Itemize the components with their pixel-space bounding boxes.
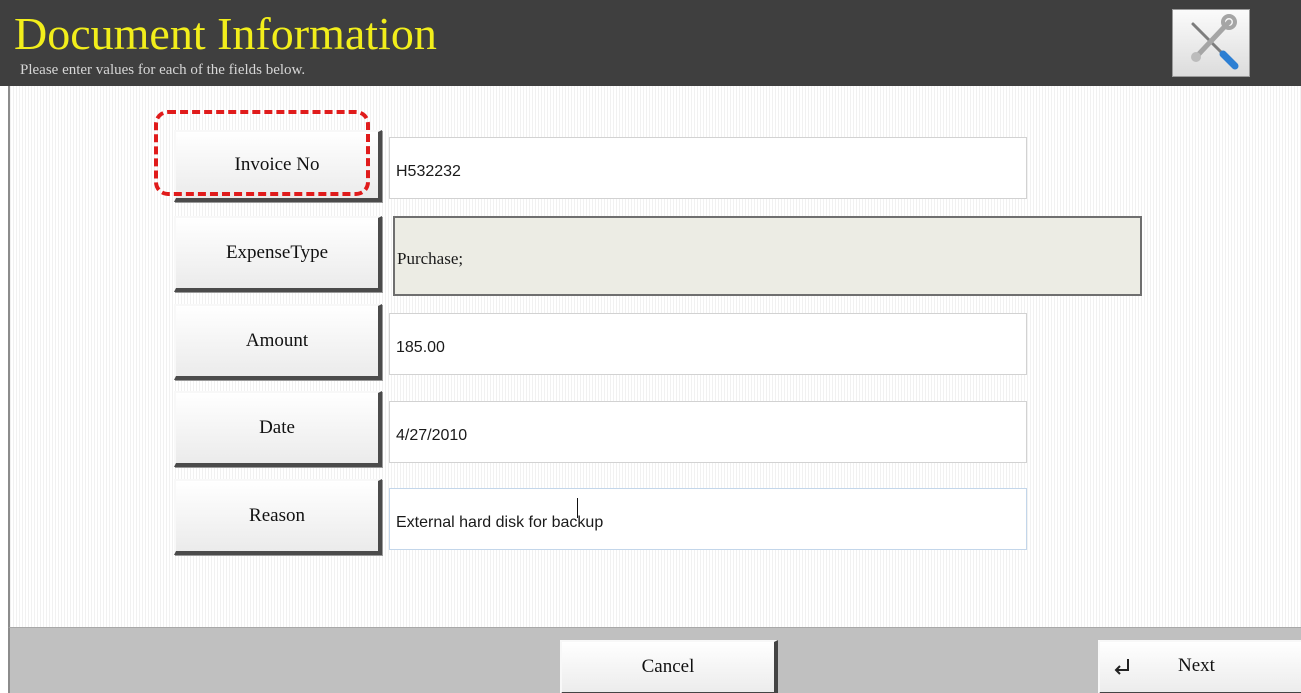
invoice-no-field[interactable] xyxy=(389,137,1027,199)
tools-icon xyxy=(1191,14,1239,70)
invoice-no-button[interactable]: Invoice No xyxy=(174,130,382,202)
invoice-no-label: Invoice No xyxy=(234,154,320,175)
expense-type-button[interactable]: ExpenseType xyxy=(174,216,382,292)
next-button[interactable]: Next xyxy=(1098,640,1301,693)
page-subtitle: Please enter values for each of the fiel… xyxy=(20,62,306,78)
date-button[interactable]: Date xyxy=(174,391,382,467)
date-field[interactable] xyxy=(389,401,1027,463)
text-cursor xyxy=(577,498,578,518)
footer-bar: Cancel Next xyxy=(8,627,1301,693)
amount-button[interactable]: Amount xyxy=(174,304,382,380)
expense-type-label: ExpenseType xyxy=(225,242,329,263)
document-information-window: Document Information Please enter values… xyxy=(0,0,1301,693)
cancel-label: Cancel xyxy=(641,656,695,677)
next-label: Next xyxy=(1178,655,1215,676)
reason-label: Reason xyxy=(249,505,305,526)
reason-field[interactable] xyxy=(389,488,1027,550)
cancel-button[interactable]: Cancel xyxy=(560,640,778,693)
page-title: Document Information xyxy=(14,8,437,59)
reason-button[interactable]: Reason xyxy=(174,479,382,555)
return-arrow-icon xyxy=(1114,659,1129,675)
tools-button[interactable] xyxy=(1172,9,1250,77)
date-label: Date xyxy=(259,417,295,438)
header-bar: Document Information Please enter values… xyxy=(0,0,1301,86)
expense-type-field[interactable] xyxy=(393,216,1142,296)
amount-field[interactable] xyxy=(389,313,1027,375)
amount-label: Amount xyxy=(245,330,309,351)
